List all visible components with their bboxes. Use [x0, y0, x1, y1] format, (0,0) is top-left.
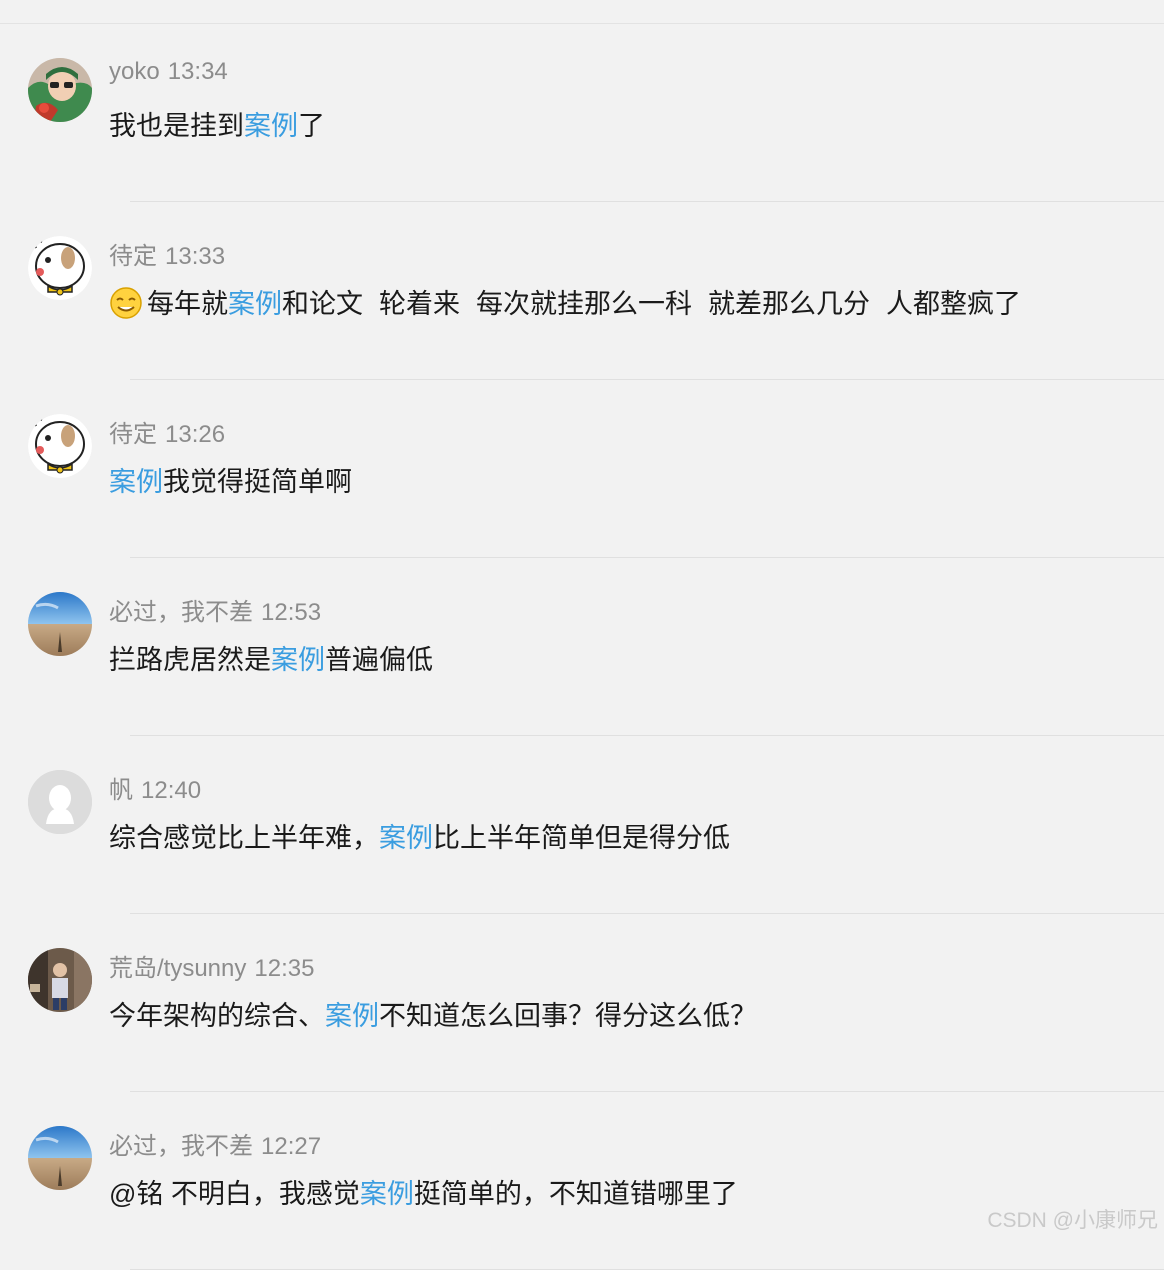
text-segment: 人都整疯了	[886, 289, 1021, 319]
avatar-cartoon-cow[interactable]	[28, 414, 92, 478]
avatar-street-photo[interactable]	[28, 948, 92, 1012]
keyword-link[interactable]: 案例	[228, 289, 282, 319]
watermark: CSDN @小康师兄	[987, 1209, 1158, 1232]
timestamp: 13:26	[165, 421, 226, 448]
message-meta: 帆 12:40	[109, 770, 201, 805]
username[interactable]: 待定	[109, 243, 157, 270]
message-meta: 待定 13:33	[109, 236, 225, 271]
text-segment: 了	[298, 111, 325, 141]
username[interactable]: 荒岛/tysunny	[109, 955, 246, 982]
text-segment: 不知道怎么回事？得分这么低？	[379, 1001, 757, 1031]
message-item: 必过，我不差 12:27 @铭 不明白，我感觉案例挺简单的，不知道错哪里了	[0, 1092, 1164, 1270]
avatar-beach-sky[interactable]	[28, 592, 92, 656]
message-text: 每年就案例和论文 轮着来 每次就挂那么一科 就差那么几分 人都整疯了	[109, 284, 1021, 324]
message-meta: 必过，我不差 12:27	[109, 1126, 321, 1161]
keyword-link[interactable]: 案例	[109, 467, 163, 497]
message-item: 待定 13:26 案例我觉得挺简单啊	[0, 380, 1164, 558]
text-segment: 轮着来	[379, 289, 460, 319]
username[interactable]: 必过，我不差	[109, 1133, 253, 1160]
smirk-emoji-icon	[109, 286, 143, 320]
keyword-link[interactable]: 案例	[244, 111, 298, 141]
text-segment: 就差那么几分	[708, 289, 870, 319]
keyword-link[interactable]: 案例	[379, 823, 433, 853]
text-segment: 今年架构的综合、	[109, 1001, 325, 1031]
text-segment: 比上半年简单但是得分低	[433, 823, 730, 853]
timestamp: 13:34	[167, 58, 228, 85]
timestamp: 12:27	[261, 1133, 322, 1160]
message-meta: 荒岛/tysunny 12:35	[109, 948, 314, 983]
message-item: yoko 13:34 我也是挂到案例了	[0, 24, 1164, 202]
message-text: 今年架构的综合、案例不知道怎么回事？得分这么低？	[109, 996, 757, 1036]
keyword-link[interactable]: 案例	[271, 645, 325, 675]
message-meta: 待定 13:26	[109, 414, 225, 449]
username[interactable]: yoko	[109, 58, 160, 85]
timestamp: 12:53	[261, 599, 322, 626]
text-segment: 普遍偏低	[325, 645, 433, 675]
message-meta: 必过，我不差 12:53	[109, 592, 321, 627]
text-segment: 我觉得挺简单啊	[163, 467, 352, 497]
text-segment: 每年就	[147, 289, 228, 319]
text-segment: 拦路虎居然是	[109, 645, 271, 675]
timestamp: 13:33	[165, 243, 226, 270]
username[interactable]: 待定	[109, 421, 157, 448]
message-text: 拦路虎居然是案例普遍偏低	[109, 640, 433, 680]
message-item: 必过，我不差 12:53 拦路虎居然是案例普遍偏低	[0, 558, 1164, 736]
text-segment: 每次就挂那么一科	[476, 289, 692, 319]
avatar-child-photo[interactable]	[28, 58, 92, 122]
avatar-cartoon-cow[interactable]	[28, 236, 92, 300]
text-segment: @铭 不明白，我感觉	[109, 1179, 360, 1209]
message-text: 综合感觉比上半年难，案例比上半年简单但是得分低	[109, 818, 730, 858]
avatar-beach-sky[interactable]	[28, 1126, 92, 1190]
timestamp: 12:40	[141, 777, 202, 804]
message-item: 待定 13:33 每年就案例和论文 轮着来 每次就挂那么一科 就差那么几分 人都整疯了	[0, 202, 1164, 380]
text-segment: 和论文	[282, 289, 363, 319]
text-segment: 综合感觉比上半年难，	[109, 823, 379, 853]
keyword-link[interactable]: 案例	[360, 1179, 414, 1209]
keyword-link[interactable]: 案例	[325, 1001, 379, 1031]
message-text: @铭 不明白，我感觉案例挺简单的，不知道错哪里了	[109, 1174, 738, 1214]
message-meta: yoko 13:34	[109, 58, 228, 86]
text-segment: 我也是挂到	[109, 111, 244, 141]
message-text: 案例我觉得挺简单啊	[109, 462, 352, 502]
message-text: 我也是挂到案例了	[109, 106, 325, 146]
message-item: 荒岛/tysunny 12:35 今年架构的综合、案例不知道怎么回事？得分这么低？	[0, 914, 1164, 1092]
avatar-default-penguin[interactable]	[28, 770, 92, 834]
timestamp: 12:35	[254, 955, 315, 982]
text-segment: 挺简单的，不知道错哪里了	[413, 1179, 738, 1209]
message-item: 帆 12:40 综合感觉比上半年难，案例比上半年简单但是得分低	[0, 736, 1164, 914]
username[interactable]: 帆	[109, 777, 133, 804]
username[interactable]: 必过，我不差	[109, 599, 253, 626]
